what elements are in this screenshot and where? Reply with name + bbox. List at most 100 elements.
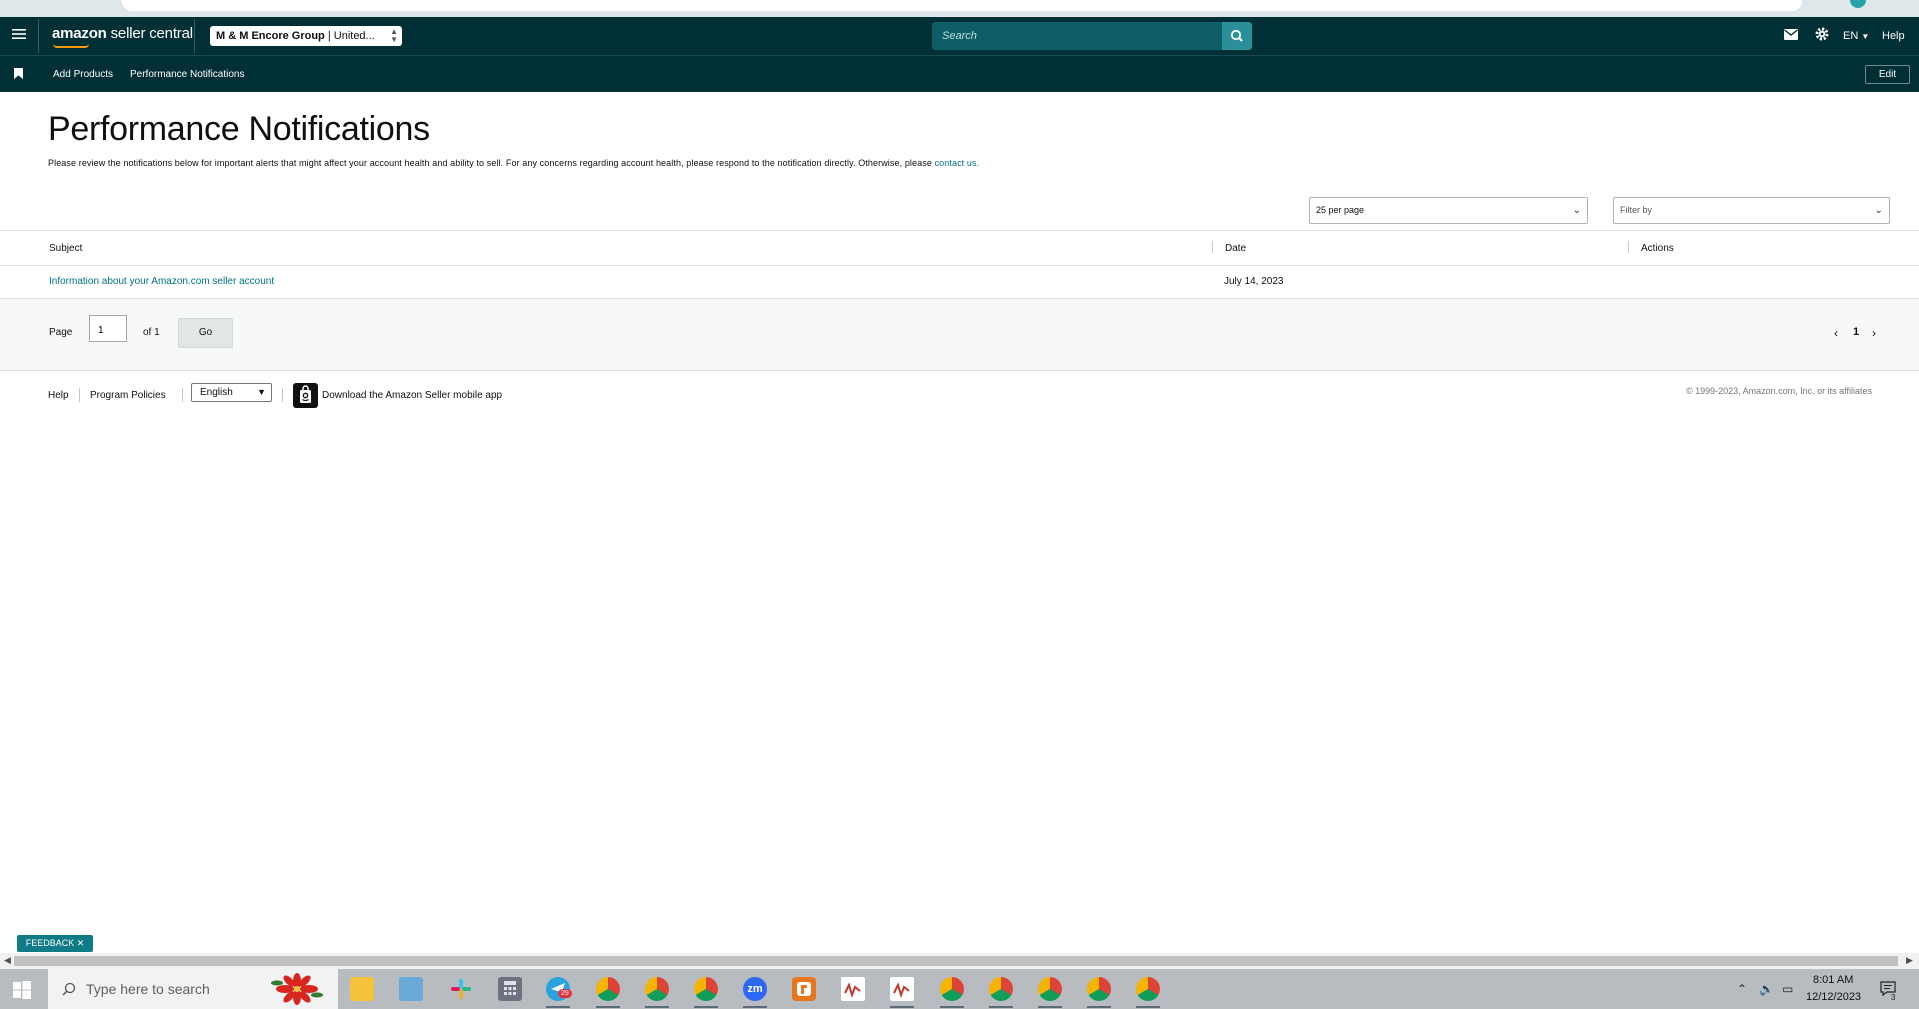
footer-language-value: English (200, 387, 233, 398)
chevron-down-icon: ⌄ (1572, 205, 1581, 216)
chevron-down-icon: ▼ (257, 387, 266, 397)
footer-help-link[interactable]: Help (48, 390, 69, 401)
network-icon[interactable]: ▭ (1782, 982, 1793, 996)
footer-program-policies-link[interactable]: Program Policies (90, 390, 166, 401)
table-row: Information about your Amazon.com seller… (0, 266, 1919, 299)
chrome-icon[interactable] (596, 977, 620, 1008)
gear-icon[interactable] (1815, 27, 1829, 45)
updown-chevron-icon: ▲ ▼ (390, 27, 398, 44)
chrome-profile-blue-icon[interactable] (989, 977, 1013, 1008)
file-explorer-icon[interactable] (350, 977, 374, 1001)
notepad-icon[interactable] (399, 977, 423, 1001)
search-icon (1230, 29, 1243, 42)
bookmark-performance-notifications[interactable]: Performance Notifications (130, 69, 245, 80)
amazon-app-icon[interactable] (293, 383, 318, 408)
chrome-profile-mm-icon[interactable] (1038, 977, 1062, 1008)
logo-brand: amazon (52, 25, 107, 42)
bookmark-bar: Add Products Performance Notifications E… (0, 55, 1919, 92)
poinsettia-icon[interactable] (270, 973, 324, 1005)
horizontal-scrollbar[interactable]: ◀ ▶ (0, 953, 1919, 969)
search-icon (62, 982, 76, 996)
copyright-text: © 1999-2023, Amazon.com, Inc. or its aff… (1685, 386, 1872, 396)
feedback-button[interactable]: FEEDBACK ✕ (17, 935, 93, 952)
contact-us-link[interactable]: contact us. (935, 158, 980, 168)
page-description: Please review the notifications below fo… (48, 158, 979, 168)
language-selector[interactable]: EN ▼ (1843, 27, 1869, 46)
windows-taskbar: Type here to search 29 zm ⌃ 🔊 ▭ 8:01 AM … (0, 969, 1919, 1009)
page-total-label: of 1 (143, 327, 160, 338)
telegram-badge: 29 (558, 989, 572, 998)
logo-product: seller central (110, 25, 193, 42)
zoom-icon[interactable]: zm (743, 977, 767, 1008)
page-label: Page (49, 327, 73, 338)
chrome-profile-k-icon[interactable] (694, 977, 718, 1008)
chrome-profile-a-icon[interactable] (1087, 977, 1111, 1008)
footer: Help Program Policies English ▼ Download… (0, 372, 1919, 417)
notification-date: July 14, 2023 (1224, 276, 1284, 287)
footer-divider (182, 388, 183, 402)
page-number-input[interactable] (89, 315, 127, 342)
mail-icon[interactable] (1784, 27, 1798, 45)
bookmark-add-products[interactable]: Add Products (53, 69, 113, 80)
column-divider[interactable] (1628, 241, 1629, 253)
chart-app-icon[interactable] (841, 977, 865, 1001)
notification-count: 3 (1891, 993, 1896, 1002)
go-button[interactable]: Go (178, 318, 233, 348)
scroll-left-arrow-icon[interactable]: ◀ (4, 955, 11, 966)
footer-divider (282, 388, 283, 402)
filter-placeholder: Filter by (1620, 205, 1653, 215)
pagination-bar: Page of 1 Go ‹ 1 › (0, 299, 1919, 371)
seller-central-logo[interactable]: amazon seller central (52, 25, 193, 42)
account-region: | United... (327, 30, 375, 42)
search-input[interactable]: Search (932, 22, 1222, 50)
clock-date[interactable]: 12/12/2023 (1806, 991, 1861, 1003)
per-page-select[interactable]: 25 per page ⌄ (1309, 197, 1588, 224)
amazon-smile-icon (53, 44, 89, 48)
slack-icon[interactable] (449, 977, 473, 1001)
description-text: Please review the notifications below fo… (48, 158, 932, 168)
language-code: EN (1843, 30, 1859, 42)
chevron-left-icon[interactable]: ‹ (1834, 326, 1838, 340)
chevron-down-icon: ▼ (1861, 32, 1870, 41)
account-switcher[interactable]: M & M Encore Group | United... ▲ ▼ (210, 26, 402, 46)
column-subject[interactable]: Subject (49, 243, 82, 254)
calculator-icon[interactable] (498, 977, 522, 1001)
telegram-icon[interactable]: 29 (546, 977, 572, 1008)
taskbar-search-placeholder: Type here to search (86, 981, 210, 997)
column-date[interactable]: Date (1225, 243, 1246, 254)
browser-address-bar[interactable] (122, 0, 1802, 11)
chart-app-2-icon[interactable] (890, 977, 914, 1008)
search-button[interactable] (1222, 22, 1252, 50)
hamburger-icon[interactable] (10, 27, 28, 45)
chevron-up-icon[interactable]: ⌃ (1737, 982, 1747, 996)
scrollbar-thumb[interactable] (14, 956, 1898, 966)
column-actions: Actions (1641, 243, 1674, 254)
help-link[interactable]: Help (1882, 27, 1905, 45)
download-app-link[interactable]: Download the Amazon Seller mobile app (322, 390, 502, 401)
screen: amazon seller central M & M Encore Group… (0, 0, 1919, 1009)
rocket-app-icon[interactable] (792, 977, 816, 1001)
current-page-number[interactable]: 1 (1853, 326, 1859, 338)
page-title: Performance Notifications (48, 110, 430, 148)
chevron-down-icon: ⌄ (1874, 205, 1883, 216)
volume-icon[interactable]: 🔊 (1759, 982, 1774, 996)
clock-time[interactable]: 8:01 AM (1813, 974, 1853, 986)
column-divider[interactable] (1212, 241, 1213, 253)
scroll-right-arrow-icon[interactable]: ▶ (1906, 955, 1913, 966)
chrome-profile-purple-icon[interactable] (1136, 977, 1160, 1008)
bookmark-icon[interactable] (14, 68, 23, 79)
filter-select[interactable]: Filter by ⌄ (1613, 197, 1890, 224)
windows-start-icon[interactable] (12, 980, 32, 1000)
per-page-value: 25 per page (1316, 205, 1365, 215)
edit-bookmarks-button[interactable]: Edit (1865, 65, 1910, 84)
chevron-right-icon[interactable]: › (1872, 326, 1876, 340)
footer-divider (79, 388, 80, 402)
chrome-profile-icon[interactable] (645, 977, 669, 1008)
footer-language-select[interactable]: English ▼ (191, 383, 272, 402)
notification-subject-link[interactable]: Information about your Amazon.com seller… (49, 276, 274, 287)
nav-divider (194, 19, 195, 53)
browser-profile-icon[interactable] (1850, 0, 1866, 8)
account-name: M & M Encore Group (216, 30, 325, 42)
browser-chrome (0, 0, 1919, 17)
chrome-profile-c-icon[interactable] (940, 977, 964, 1008)
